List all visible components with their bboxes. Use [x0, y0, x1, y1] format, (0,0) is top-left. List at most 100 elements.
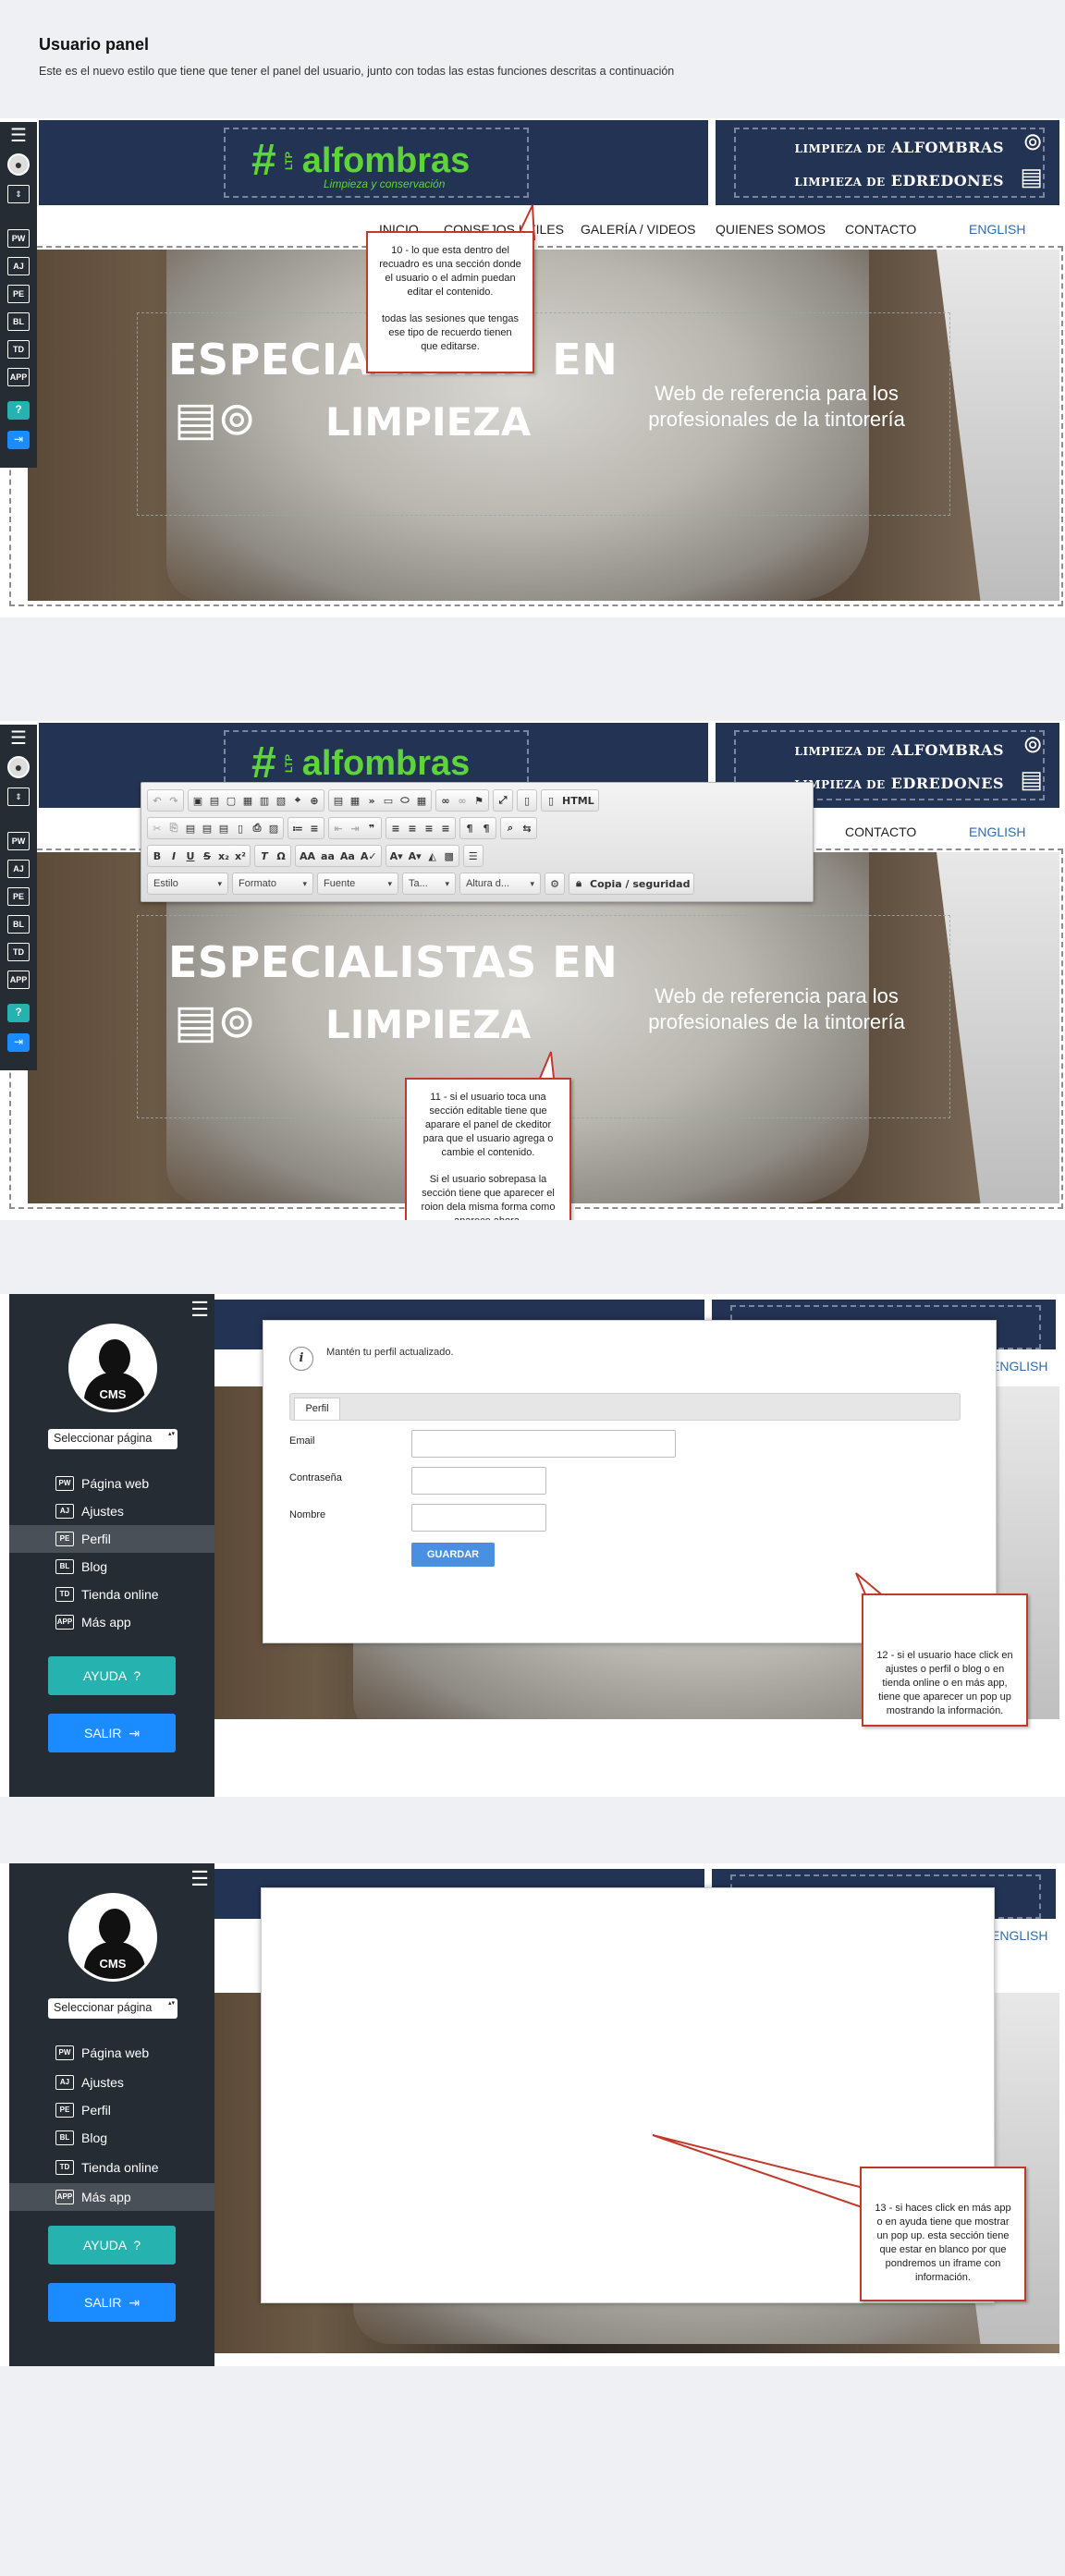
- page-select[interactable]: Seleccionar página: [48, 1998, 178, 2019]
- sidebar-item-perfil[interactable]: PE Perfil: [9, 1525, 214, 1553]
- rail-aj[interactable]: AJ: [7, 257, 30, 275]
- sidebar-item-blog[interactable]: BL Blog: [9, 2124, 214, 2152]
- rail-td[interactable]: TD: [7, 340, 30, 359]
- source-button[interactable]: ▯ HTML: [541, 789, 599, 812]
- sidebar-item-tienda[interactable]: TD Tienda online: [9, 1581, 214, 1608]
- new-page-icon[interactable]: ▯: [235, 823, 246, 835]
- sidebar-item-tienda[interactable]: TD Tienda online: [9, 2154, 214, 2181]
- avatar-icon[interactable]: ●: [7, 756, 30, 778]
- chart-icon[interactable]: ▨: [268, 823, 279, 835]
- help-icon[interactable]: ?: [7, 401, 30, 420]
- logout-button[interactable]: SALIR ⇥: [48, 2283, 176, 2322]
- help-button[interactable]: AYUDA ?: [48, 2226, 176, 2265]
- outdent-icon[interactable]: ⇤: [333, 823, 344, 835]
- style-select[interactable]: Estilo: [147, 873, 228, 895]
- replace-icon[interactable]: ⇆: [521, 823, 532, 835]
- bulleted-list-icon[interactable]: ≡: [309, 823, 320, 835]
- sidebar-item-ajustes[interactable]: AJ Ajustes: [9, 1497, 214, 1525]
- field-icon[interactable]: ⬭: [399, 794, 410, 807]
- page-select-icon[interactable]: ⇕: [7, 185, 30, 203]
- logout-button[interactable]: SALIR ⇥: [48, 1714, 176, 1752]
- nav-quienes[interactable]: QUIENES SOMOS: [716, 222, 826, 237]
- form-icon[interactable]: ▥: [259, 795, 270, 807]
- rail-pe[interactable]: PE: [7, 887, 30, 906]
- paste-word-icon[interactable]: ▤: [218, 823, 229, 835]
- capitalize-icon[interactable]: Aa: [340, 850, 355, 862]
- paste-text-icon[interactable]: ▤: [202, 823, 213, 835]
- copy-icon[interactable]: ⎘: [168, 822, 179, 835]
- rail-app[interactable]: APP: [7, 971, 30, 989]
- strike-icon[interactable]: S: [202, 850, 213, 862]
- rail-pw[interactable]: PW: [7, 832, 30, 850]
- nav-english[interactable]: ENGLISH: [969, 824, 1025, 839]
- line-height-select[interactable]: Altura d...: [459, 873, 541, 895]
- fill-icon[interactable]: ◭: [427, 850, 438, 862]
- logout-icon[interactable]: ⇥: [7, 431, 30, 449]
- media-icon[interactable]: ▧: [275, 795, 287, 807]
- find-icon[interactable]: ⌕: [505, 822, 516, 835]
- page-select-icon[interactable]: ⇕: [7, 787, 30, 806]
- ltr-icon[interactable]: ¶: [464, 823, 475, 835]
- menu-icon[interactable]: ☰: [190, 1300, 209, 1320]
- sidebar-item-perfil[interactable]: PE Perfil: [9, 2096, 214, 2124]
- rail-aj[interactable]: AJ: [7, 860, 30, 878]
- nav-english[interactable]: ENGLISH: [969, 222, 1025, 237]
- remove-format-icon[interactable]: T: [259, 850, 270, 862]
- rail-bl[interactable]: BL: [7, 915, 30, 934]
- format-select[interactable]: Formato: [232, 873, 313, 895]
- avatar-icon[interactable]: ●: [7, 153, 30, 176]
- italic-icon[interactable]: I: [168, 850, 179, 862]
- text-color-icon[interactable]: A▾: [390, 850, 403, 862]
- grid-icon[interactable]: ▦: [416, 795, 427, 807]
- redo-icon[interactable]: ↷: [168, 795, 179, 807]
- site-logo[interactable]: # LTP alfombras Limpieza y conservación: [251, 133, 470, 191]
- bold-icon[interactable]: B: [152, 850, 163, 862]
- nav-galeria[interactable]: GALERÍA / VIDEOS: [581, 222, 696, 237]
- paste-icon[interactable]: ▤: [185, 823, 196, 835]
- horizontal-rule-icon[interactable]: ☰: [468, 850, 479, 862]
- indent-icon[interactable]: ⇥: [349, 823, 361, 835]
- numbered-list-icon[interactable]: ≔: [292, 823, 303, 835]
- table-icon[interactable]: ▦: [349, 795, 361, 807]
- bg-color-icon[interactable]: A▾: [409, 850, 422, 862]
- lowercase-icon[interactable]: aa: [321, 850, 335, 862]
- image-icon[interactable]: ▩: [444, 850, 455, 862]
- unlink-icon[interactable]: ∞: [457, 795, 468, 807]
- flash-icon[interactable]: ▤: [209, 795, 220, 807]
- button-icon[interactable]: ▭: [383, 795, 394, 807]
- font-select[interactable]: Fuente: [317, 873, 398, 895]
- help-button[interactable]: AYUDA ?: [48, 1656, 176, 1695]
- nav-english[interactable]: ENGLISH: [991, 1359, 1047, 1373]
- anchor-icon[interactable]: ⚑: [473, 795, 484, 807]
- avatar[interactable]: CMS: [68, 1893, 157, 1982]
- password-field[interactable]: [411, 1467, 546, 1495]
- print-icon[interactable]: ⎙: [251, 822, 263, 835]
- hero-banner[interactable]: ESPECIALISTAS EN ▤⊚ LIMPIEZA Web de refe…: [28, 250, 1059, 601]
- menu-icon[interactable]: ☰: [7, 729, 30, 749]
- page-select[interactable]: Seleccionar página: [48, 1429, 178, 1449]
- blockquote-icon[interactable]: ❞: [366, 823, 377, 835]
- justify-icon[interactable]: ≡: [440, 823, 451, 835]
- size-select[interactable]: Ta...: [402, 873, 456, 895]
- save-button[interactable]: GUARDAR: [411, 1543, 495, 1567]
- maximize-icon[interactable]: ⤢: [497, 794, 508, 807]
- image-icon[interactable]: ▣: [192, 795, 203, 807]
- rail-bl[interactable]: BL: [7, 312, 30, 331]
- doc-icon[interactable]: ▦: [242, 795, 253, 807]
- cut-icon[interactable]: ✂: [152, 823, 163, 835]
- align-center-icon[interactable]: ≡: [407, 823, 418, 835]
- map-pin-icon[interactable]: ⌖: [292, 794, 303, 807]
- settings-button[interactable]: ⚙: [545, 873, 565, 895]
- div-icon[interactable]: ▤: [333, 795, 344, 807]
- name-field[interactable]: [411, 1504, 546, 1532]
- rail-pw[interactable]: PW: [7, 229, 30, 248]
- nav-contacto[interactable]: CONTACTO: [845, 824, 916, 839]
- underline-icon[interactable]: U: [185, 850, 196, 862]
- avatar[interactable]: CMS: [68, 1324, 157, 1412]
- sidebar-item-mas-app[interactable]: APP Más app: [9, 1608, 214, 1636]
- rail-td[interactable]: TD: [7, 943, 30, 961]
- link-icon[interactable]: ∞: [440, 795, 451, 807]
- undo-icon[interactable]: ↶: [152, 795, 163, 807]
- uppercase-icon[interactable]: AA: [300, 850, 315, 862]
- special-char-icon[interactable]: Ω: [275, 850, 287, 862]
